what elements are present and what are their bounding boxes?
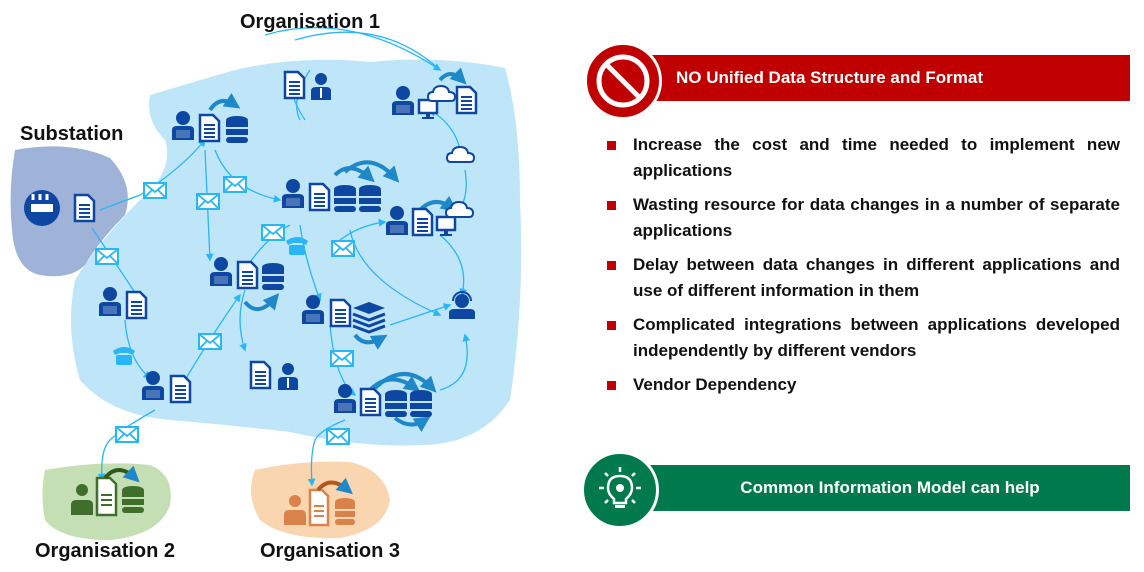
organisation-3-label: Organisation 3 [260,540,401,562]
bullet-icon [607,141,616,150]
substation-label: Substation [20,123,124,145]
message-icon [95,248,119,265]
document-icon [359,387,382,417]
issue-item: Increase the cost and time needed to imp… [605,132,1120,184]
bullet-icon [607,261,616,270]
database-icon [262,263,284,290]
bullet-icon [607,321,616,330]
phone-icon [113,347,135,365]
database-icon [226,116,248,143]
message-icon [326,428,350,445]
message-icon [330,350,354,367]
document-icon [73,193,96,223]
document-icon [329,298,352,328]
database-icon [334,185,356,212]
document-icon [455,85,478,115]
message-icon [196,193,220,210]
document-icon [249,360,272,390]
organisation-2-label: Organisation 2 [35,540,176,562]
message-icon [115,426,139,443]
bullet-icon [607,201,616,210]
message-icon [143,182,167,199]
document-icon [283,70,306,100]
message-icon [223,176,247,193]
message-icon [261,224,285,241]
bullet-icon [607,381,616,390]
issues-list: Increase the cost and time needed to imp… [605,132,1120,406]
problem-title: NO Unified Data Structure and Format [676,68,983,87]
prohibited-icon [584,42,662,120]
problem-banner: NO Unified Data Structure and Format [650,55,1130,101]
database-icon [359,185,381,212]
message-icon [198,333,222,350]
document-icon [125,290,148,320]
issue-item: Wasting resource for data changes in a n… [605,192,1120,244]
document-icon [411,207,434,237]
lightbulb-gear-icon [581,451,659,529]
document-icon [169,374,192,404]
issue-item: Delay between data changes in different … [605,252,1120,304]
solution-title: Common Information Model can help [740,478,1040,497]
document-icon [236,260,259,290]
phone-icon [286,237,308,255]
solution-banner: Common Information Model can help [650,465,1130,511]
document-icon [308,182,331,212]
database-icon [410,390,432,417]
document-icon [198,113,221,143]
organisation-1-label: Organisation 1 [240,11,381,33]
issue-item: Vendor Dependency [605,372,1120,398]
data-exchange-diagram [10,27,522,540]
message-icon [331,240,355,257]
database-icon [385,390,407,417]
substation-transformer-icon [24,190,60,226]
issue-item: Complicated integrations between applica… [605,312,1120,364]
